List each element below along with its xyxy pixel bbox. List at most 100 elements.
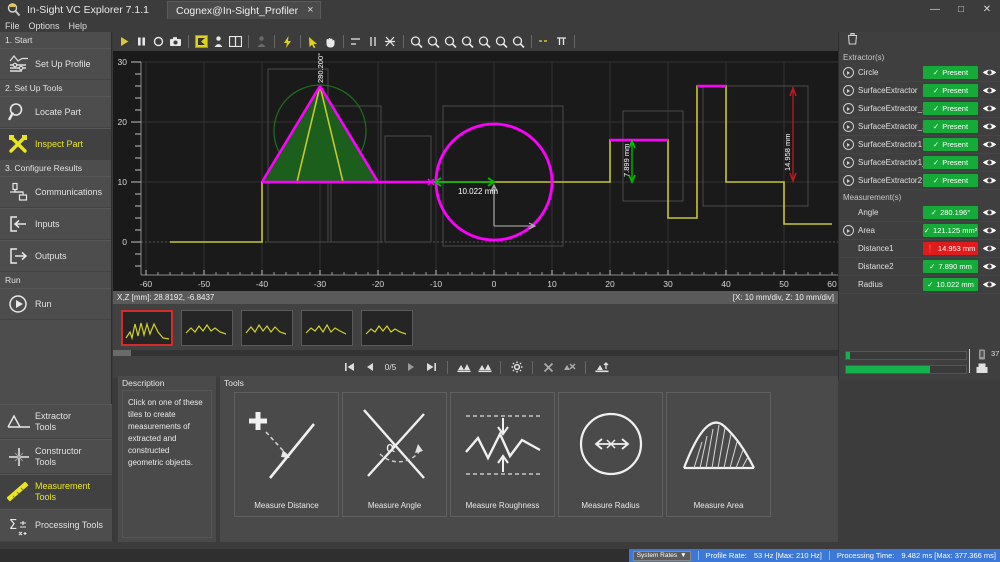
record-icon[interactable] [150, 33, 166, 50]
first-frame-icon[interactable] [341, 358, 358, 376]
zoom-icon-2[interactable] [425, 33, 441, 50]
visibility-eye-icon[interactable] [978, 226, 1000, 235]
sidebar-item-processing-tools[interactable]: Σ Processing Tools [0, 509, 112, 542]
hand-pan-icon[interactable] [322, 33, 338, 50]
align-left-icon[interactable] [348, 33, 364, 50]
extractor-row[interactable]: SurfaceExtractor2 ✓Present [839, 172, 1000, 190]
pi-tool-icon[interactable] [553, 33, 569, 50]
delete-all-icon[interactable] [561, 358, 578, 376]
zoom-icon-4[interactable] [459, 33, 475, 50]
split-view-icon[interactable] [227, 33, 243, 50]
zoom-icon-6[interactable] [493, 33, 509, 50]
last-frame-icon[interactable] [423, 358, 440, 376]
dashed-line-icon[interactable] [536, 33, 552, 50]
sidebar-item-set-up-profile[interactable]: Set Up Profile [0, 48, 111, 80]
image-yellow-icon[interactable] [193, 33, 209, 50]
zoom-icon-7[interactable] [510, 33, 526, 50]
measure-angle-icon: α [343, 393, 446, 494]
visibility-eye-icon[interactable] [978, 176, 1000, 185]
status-text: Present [942, 68, 968, 77]
expand-icon[interactable] [843, 85, 854, 96]
save-all-icon[interactable] [476, 358, 493, 376]
sidebar-item-extractor-tools[interactable]: Extractor Tools [0, 404, 112, 439]
maximize-button[interactable]: □ [948, 0, 974, 19]
extractor-row[interactable]: SurfaceExtractor1_... ✓Present [839, 154, 1000, 172]
fit-icon[interactable] [382, 33, 398, 50]
load-profile-icon[interactable] [593, 358, 610, 376]
profile-filmstrip[interactable] [113, 304, 838, 352]
visibility-eye-icon[interactable] [978, 140, 1000, 149]
visibility-eye-icon[interactable] [978, 208, 1000, 217]
arrow-select-icon[interactable] [305, 33, 321, 50]
expand-icon[interactable] [843, 67, 854, 78]
visibility-eye-icon[interactable] [978, 158, 1000, 167]
menu-options[interactable]: Options [29, 21, 66, 31]
delete-x-icon[interactable] [540, 358, 557, 376]
previous-frame-icon[interactable] [362, 358, 379, 376]
profile-chart[interactable]: 30 20 10 0 [113, 51, 838, 291]
tool-tile-measure-radius[interactable]: Measure Radius [558, 392, 663, 517]
tool-tile-measure-roughness[interactable]: Measure Roughness [450, 392, 555, 517]
sidebar-item-run[interactable]: Run [0, 288, 111, 320]
extractor-row[interactable]: SurfaceExtractor_... ✓Present [839, 118, 1000, 136]
sidebar-item-outputs[interactable]: Outputs [0, 240, 111, 272]
person-icon[interactable] [210, 33, 226, 50]
filmstrip-thumbnail[interactable] [121, 310, 173, 346]
expand-icon[interactable] [843, 103, 854, 114]
extractor-row[interactable]: SurfaceExtractor_... ✓Present [839, 100, 1000, 118]
tool-tile-measure-distance[interactable]: Measure Distance [234, 392, 339, 517]
sidebar-item-inputs[interactable]: Inputs [0, 208, 111, 240]
visibility-eye-icon[interactable] [978, 280, 1000, 289]
visibility-eye-icon[interactable] [978, 104, 1000, 113]
visibility-eye-icon[interactable] [978, 244, 1000, 253]
menu-help[interactable]: Help [69, 21, 94, 31]
camera-icon[interactable] [167, 33, 183, 50]
pause-icon[interactable] [133, 33, 149, 50]
extractor-row[interactable]: SurfaceExtractor1 ✓Present [839, 136, 1000, 154]
expand-icon[interactable] [843, 225, 854, 236]
measurement-row[interactable]: Distance1 ❗14.953 mm [839, 240, 1000, 258]
tool-tile-measure-angle[interactable]: α Measure Angle [342, 392, 447, 517]
close-tab-icon[interactable]: × [307, 5, 313, 16]
visibility-eye-icon[interactable] [978, 122, 1000, 131]
expand-icon[interactable] [843, 157, 854, 168]
next-frame-icon[interactable] [402, 358, 419, 376]
filmstrip-thumbnail[interactable] [301, 310, 353, 346]
sidebar-item-constructor-tools[interactable]: Constructor Tools [0, 439, 112, 474]
align-center-icon[interactable] [365, 33, 381, 50]
sidebar-item-communications[interactable]: Communications [0, 176, 111, 208]
sidebar-item-locate-part[interactable]: Locate Part [0, 96, 111, 128]
extractor-row[interactable]: SurfaceExtractor ✓Present [839, 82, 1000, 100]
document-tab[interactable]: Cognex@In-Sight_Profiler × [167, 1, 321, 19]
minimize-button[interactable]: — [922, 0, 948, 19]
filmstrip-thumbnail[interactable] [361, 310, 413, 346]
zoom-icon-3[interactable] [442, 33, 458, 50]
zoom-icon-5[interactable] [476, 33, 492, 50]
save-profile-icon[interactable] [455, 358, 472, 376]
tool-tile-measure-area[interactable]: Measure Area [666, 392, 771, 517]
visibility-eye-icon[interactable] [978, 68, 1000, 77]
filmstrip-thumbnail[interactable] [181, 310, 233, 346]
expand-icon[interactable] [843, 175, 854, 186]
lightning-icon[interactable] [279, 33, 295, 50]
visibility-eye-icon[interactable] [978, 262, 1000, 271]
trash-icon[interactable] [847, 32, 858, 50]
zoom-icon-1[interactable] [408, 33, 424, 50]
settings-gear-icon[interactable] [508, 358, 525, 376]
sidebar-item-measurement-tools[interactable]: Measurement Tools [0, 474, 112, 509]
expand-icon[interactable] [843, 139, 854, 150]
close-window-button[interactable]: ✕ [974, 0, 1000, 19]
extractor-row[interactable]: Circle ✓Present [839, 64, 1000, 82]
menu-file[interactable]: File [5, 21, 26, 31]
play-icon[interactable] [116, 33, 132, 50]
expand-icon[interactable] [843, 121, 854, 132]
filmstrip-thumbnail[interactable] [241, 310, 293, 346]
measurement-row[interactable]: Distance2 ✓7.890 mm [839, 258, 1000, 276]
measurement-row[interactable]: Radius ✓10.022 mm [839, 276, 1000, 294]
visibility-eye-icon[interactable] [978, 86, 1000, 95]
measurement-row[interactable]: Area ✓121.125 mm² [839, 222, 1000, 240]
measurement-row[interactable]: Angle ✓280.196° [839, 204, 1000, 222]
system-rates-dropdown[interactable]: System Rates ▼ [633, 551, 691, 561]
profile-chart-svg[interactable]: 30 20 10 0 [113, 51, 838, 291]
sidebar-item-inspect-part[interactable]: Inspect Part [0, 128, 111, 160]
